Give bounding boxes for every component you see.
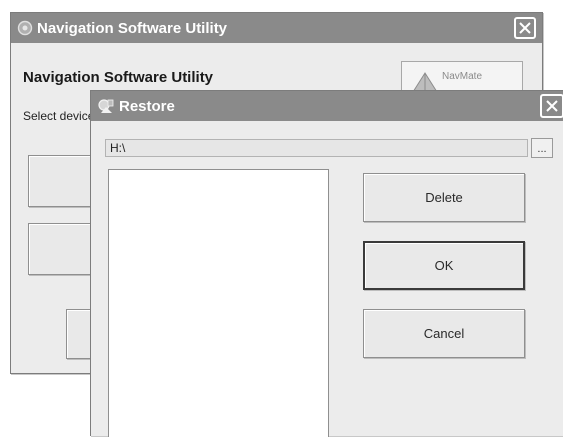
- app-icon: [17, 20, 33, 36]
- restore-title-bar[interactable]: Restore: [91, 91, 563, 121]
- browse-button[interactable]: ...: [531, 138, 553, 158]
- restore-dialog: Restore H:\ ... Delete OK Cancel: [90, 90, 563, 437]
- parent-heading: Navigation Software Utility: [23, 69, 214, 86]
- backup-list[interactable]: [108, 169, 329, 437]
- parent-title-bar[interactable]: Navigation Software Utility: [11, 13, 542, 43]
- ok-button[interactable]: OK: [363, 241, 525, 290]
- path-field[interactable]: H:\: [105, 139, 528, 157]
- parent-close-button[interactable]: [514, 17, 536, 39]
- close-icon: [519, 22, 531, 34]
- restore-icon: [97, 98, 115, 116]
- parent-window-title: Navigation Software Utility: [37, 19, 228, 37]
- parent-instruction: Select device: [23, 109, 95, 123]
- logo-text: NavMate: [442, 71, 483, 82]
- delete-button[interactable]: Delete: [363, 173, 525, 222]
- restore-title: Restore: [119, 97, 175, 115]
- restore-close-button[interactable]: [540, 94, 563, 118]
- cancel-button[interactable]: Cancel: [363, 309, 525, 358]
- close-icon: [546, 100, 558, 112]
